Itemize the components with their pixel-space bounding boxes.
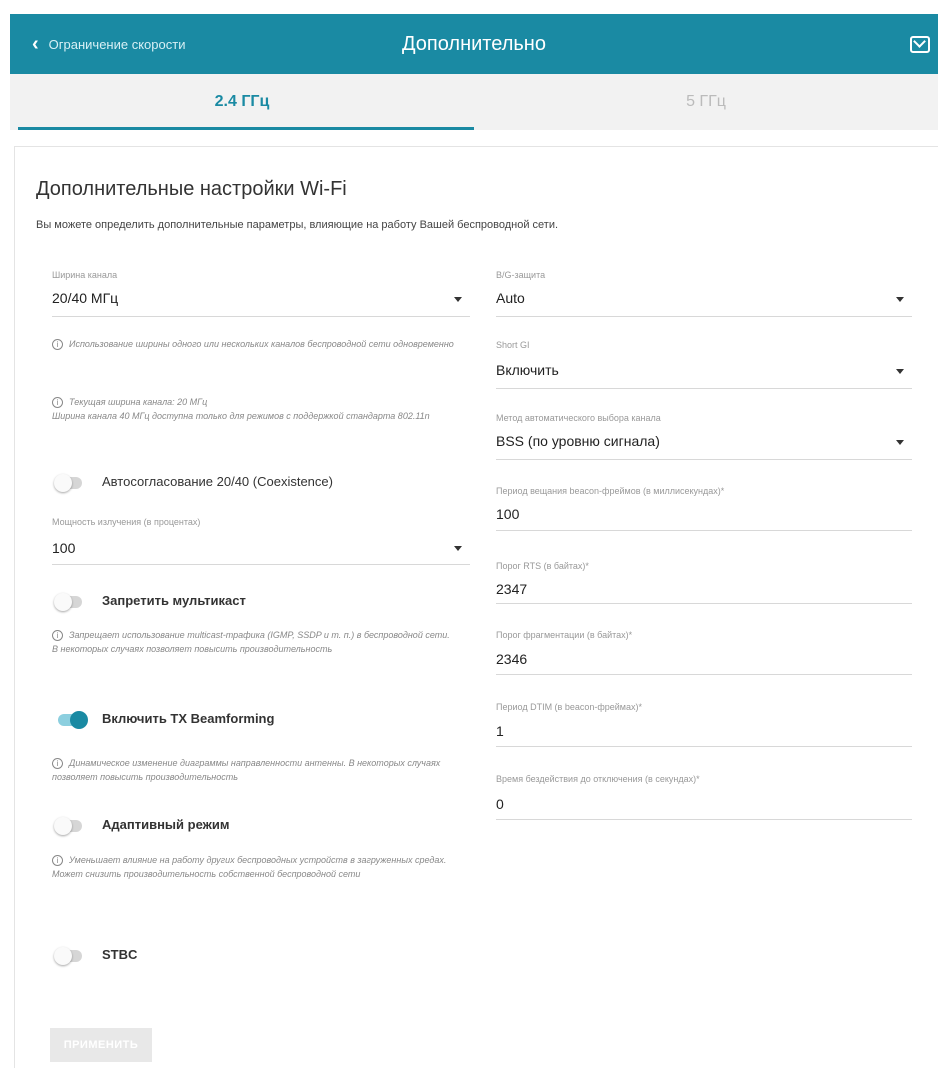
note-channel-usage: i Использование ширины одного или несколь… (52, 337, 472, 351)
bg-protection-label: B/G-защита (496, 270, 546, 280)
short-gi-underline (496, 388, 912, 389)
chevron-down-icon[interactable] (896, 440, 904, 445)
chevron-down-icon[interactable] (896, 369, 904, 374)
inactivity-label: Время бездействия до отключения (в секун… (496, 774, 700, 784)
stbc-toggle[interactable] (54, 947, 82, 965)
note-adaptive: i Уменьшает влияние на работу других бесп… (52, 855, 447, 879)
dtim-input[interactable]: 1 (496, 723, 504, 739)
beacon-underline (496, 530, 912, 531)
dtim-label: Период DTIM (в beacon-фреймах)* (496, 702, 642, 712)
adaptive-label: Адаптивный режим (102, 817, 230, 832)
section-title: Дополнительные настройки Wi-Fi (36, 178, 347, 200)
tx-power-label: Мощность излучения (в процентах) (52, 517, 201, 527)
rts-input[interactable]: 2347 (496, 581, 527, 597)
channel-width-select[interactable]: 20/40 МГц (52, 290, 118, 306)
adaptive-toggle[interactable] (54, 817, 82, 835)
info-icon: i (52, 855, 63, 866)
channel-width-label: Ширина канала (52, 270, 118, 280)
inactivity-underline (496, 819, 912, 820)
tx-power-underline (52, 564, 470, 565)
mail-icon[interactable] (910, 36, 930, 53)
info-icon: i (52, 758, 63, 769)
short-gi-label: Short GI (496, 340, 530, 350)
beacon-label: Период вещания beacon-фреймов (в миллисе… (496, 486, 725, 496)
info-icon: i (52, 630, 63, 641)
frag-input[interactable]: 2346 (496, 651, 527, 667)
toggle-knob (54, 947, 72, 965)
channel-width-underline (52, 316, 470, 317)
multicast-toggle[interactable] (54, 593, 82, 611)
auto-channel-select[interactable]: BSS (по уровню сигнала) (496, 433, 660, 449)
beamforming-toggle[interactable] (58, 711, 88, 729)
auto-channel-underline (496, 459, 912, 460)
tab-5-ghz[interactable]: 5 ГГц (474, 74, 938, 130)
frag-underline (496, 674, 912, 675)
info-icon: i (52, 397, 63, 408)
bg-protection-select[interactable]: Auto (496, 290, 525, 306)
tab-2-4-ghz[interactable]: 2.4 ГГц (10, 74, 474, 130)
frag-label: Порог фрагментации (в байтах)* (496, 630, 633, 640)
chevron-down-icon[interactable] (454, 546, 462, 551)
inactivity-input[interactable]: 0 (496, 796, 504, 812)
stbc-label: STBC (102, 947, 138, 962)
multicast-label: Запретить мультикаст (102, 593, 246, 608)
section-subtitle: Вы можете определить дополнительные пара… (36, 219, 559, 231)
rts-label: Порог RTS (в байтах)* (496, 561, 589, 571)
auto-channel-label: Метод автоматического выбора канала (496, 413, 661, 423)
coexistence-toggle[interactable] (54, 474, 82, 492)
page: ‹ Ограничение скорости Дополнительно 2.4… (0, 0, 938, 1068)
top-bar: ‹ Ограничение скорости Дополнительно (10, 14, 938, 74)
short-gi-select[interactable]: Включить (496, 362, 559, 378)
tx-power-select[interactable]: 100 (52, 540, 75, 556)
toggle-knob (54, 817, 72, 835)
page-title: Дополнительно (402, 32, 546, 55)
chevron-down-icon[interactable] (454, 297, 462, 302)
dtim-underline (496, 746, 912, 747)
apply-button[interactable]: ПРИМЕНИТЬ (50, 1028, 152, 1062)
note-beamforming: i Динамическое изменение диаграммы направ… (52, 758, 441, 782)
bg-protection-underline (496, 316, 912, 317)
band-tabs: 2.4 ГГц 5 ГГц (10, 74, 938, 130)
note-multicast: i Запрещает использование multicast-трафи… (52, 630, 450, 654)
chevron-down-icon[interactable] (896, 297, 904, 302)
toggle-knob (54, 593, 72, 611)
coexistence-label: Автосогласование 20/40 (Coexistence) (102, 474, 333, 489)
rts-underline (496, 603, 912, 604)
beacon-input[interactable]: 100 (496, 506, 519, 522)
toggle-knob (70, 711, 88, 729)
toggle-knob (54, 474, 72, 492)
beamforming-label: Включить TX Beamforming (102, 711, 275, 726)
info-icon: i (52, 339, 63, 350)
note-current-width: i Текущая ширина канала: 20 МГц Ширина ка… (52, 397, 430, 421)
